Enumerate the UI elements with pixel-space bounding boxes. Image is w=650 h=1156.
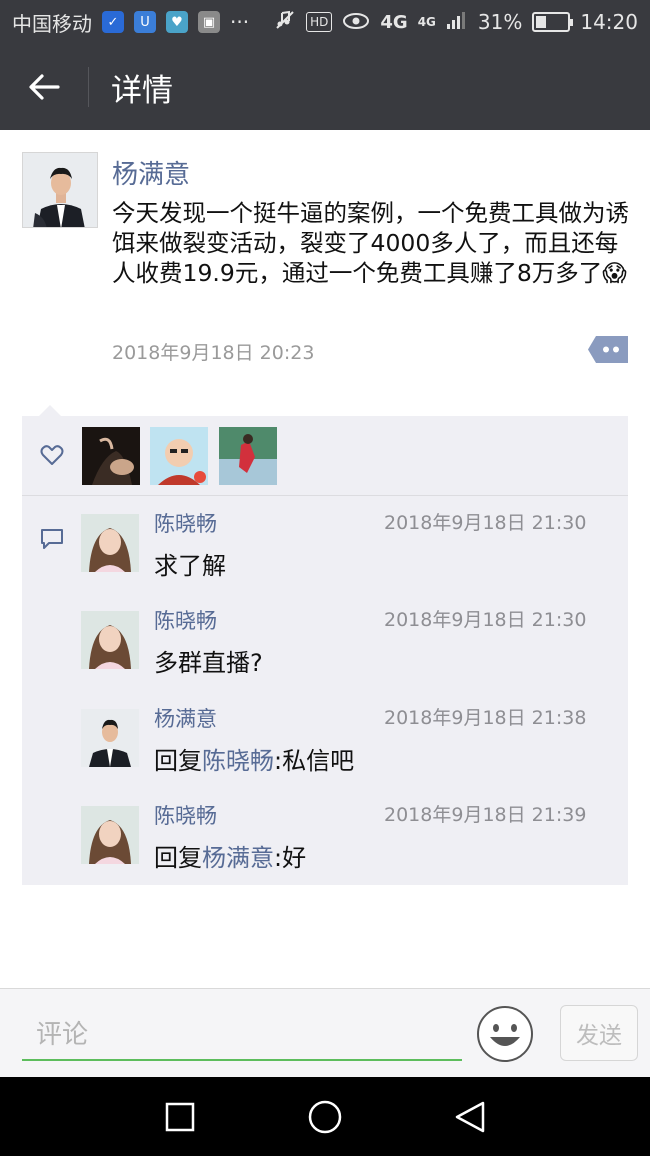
triangle-back-icon [455, 1101, 485, 1133]
scream-emoji: 😱 [602, 259, 627, 287]
image-notification-icon: ▣ [198, 11, 220, 33]
status-bar: 中国移动 ✓ U ♥ ▣ ··· HD 4G 4G 31% 14:20 [0, 0, 650, 44]
comment-time: 2018年9月18日 21:39 [384, 804, 587, 826]
more-notifications-icon: ··· [230, 10, 250, 34]
heart-notification-icon: ♥ [166, 11, 188, 33]
system-nav-bar [0, 1077, 650, 1156]
comment-text: 回复陈晓畅:私信吧 [154, 741, 354, 776]
eye-icon [342, 10, 370, 35]
page-title: 详情 [111, 72, 173, 109]
signal-icon [446, 10, 468, 35]
commenter-name[interactable]: 陈晓畅 [154, 800, 217, 830]
reply-mention[interactable]: 杨满意 [202, 844, 274, 872]
recent-apps-button[interactable] [160, 1097, 200, 1137]
u-notification-icon: U [134, 11, 156, 33]
reply-prefix: 回复 [154, 844, 202, 872]
commenter-avatar[interactable] [81, 709, 139, 767]
mute-icon [274, 9, 296, 36]
comment-body: :好 [274, 844, 307, 872]
shield-notification-icon: ✓ [102, 11, 124, 33]
comment-item[interactable]: 陈晓畅 2018年9月18日 21:39 回复杨满意:好 [22, 804, 628, 904]
liker-avatar-3[interactable] [219, 427, 277, 485]
interaction-panel: 陈晓畅 2018年9月18日 21:30 求了解 陈晓畅 2018年9月18日 … [22, 416, 628, 885]
comment-body: 求了解 [154, 552, 226, 580]
poster-name[interactable]: 杨满意 [112, 154, 190, 191]
home-button[interactable] [305, 1097, 345, 1137]
comment-body: 多群直播? [154, 649, 263, 677]
reply-mention[interactable]: 陈晓畅 [202, 747, 274, 775]
send-button[interactable]: 发送 [560, 1005, 638, 1061]
comment-time: 2018年9月18日 21:30 [384, 512, 587, 534]
back-button[interactable] [0, 44, 88, 130]
comment-text: 回复杨满意:好 [154, 838, 306, 873]
comment-time: 2018年9月18日 21:38 [384, 707, 587, 729]
poster-avatar[interactable] [22, 152, 98, 228]
liker-avatar-1[interactable] [82, 427, 140, 485]
more-actions-button[interactable] [588, 336, 628, 363]
likes-row [22, 416, 628, 496]
commenter-name[interactable]: 杨满意 [154, 703, 217, 733]
hd-icon: HD [306, 12, 333, 32]
commenter-avatar[interactable] [81, 611, 139, 669]
heart-outline-icon [40, 444, 64, 470]
comment-item[interactable]: 杨满意 2018年9月18日 21:38 回复陈晓畅:私信吧 [22, 707, 628, 807]
commenter-name[interactable]: 陈晓畅 [154, 605, 217, 635]
network-4g-signal-label: 4G [417, 15, 436, 29]
comment-input[interactable] [22, 1011, 462, 1061]
post-text: 今天发现一个挺牛逼的案例，一个免费工具做为诱饵来做裂变活动，裂变了4000多人了… [112, 198, 632, 288]
comment-dots-icon [588, 336, 628, 363]
circle-icon [308, 1100, 342, 1134]
back-nav-button[interactable] [450, 1097, 490, 1137]
comment-text: 多群直播? [154, 643, 263, 678]
comment-item[interactable]: 陈晓畅 2018年9月18日 21:30 求了解 [22, 512, 628, 612]
liker-avatar-2[interactable] [150, 427, 208, 485]
reply-prefix: 回复 [154, 747, 202, 775]
man-portrait-icon [23, 153, 97, 227]
smiley-face-icon [477, 1006, 533, 1062]
comment-time: 2018年9月18日 21:30 [384, 609, 587, 631]
network-4g-label: 4G [380, 11, 408, 33]
carrier-label: 中国移动 [12, 11, 92, 36]
commenter-avatar[interactable] [81, 806, 139, 864]
commenter-name[interactable]: 陈晓畅 [154, 508, 217, 538]
square-icon [165, 1102, 195, 1132]
battery-percent: 31% [477, 10, 523, 34]
arrow-left-icon [29, 74, 60, 100]
emoji-button[interactable] [476, 1005, 534, 1063]
comment-input-bar: 发送 [0, 988, 650, 1077]
battery-icon [532, 12, 574, 32]
comment-item[interactable]: 陈晓畅 2018年9月18日 21:30 多群直播? [22, 609, 628, 709]
comment-text: 求了解 [154, 546, 226, 581]
post-body: 今天发现一个挺牛逼的案例，一个免费工具做为诱饵来做裂变活动，裂变了4000多人了… [112, 199, 629, 287]
post-time: 2018年9月18日 20:23 [112, 342, 315, 364]
clock: 14:20 [580, 10, 638, 34]
comment-body: :私信吧 [274, 747, 355, 775]
title-bar: 详情 [0, 44, 650, 130]
title-divider [88, 67, 89, 107]
commenter-avatar[interactable] [81, 514, 139, 572]
